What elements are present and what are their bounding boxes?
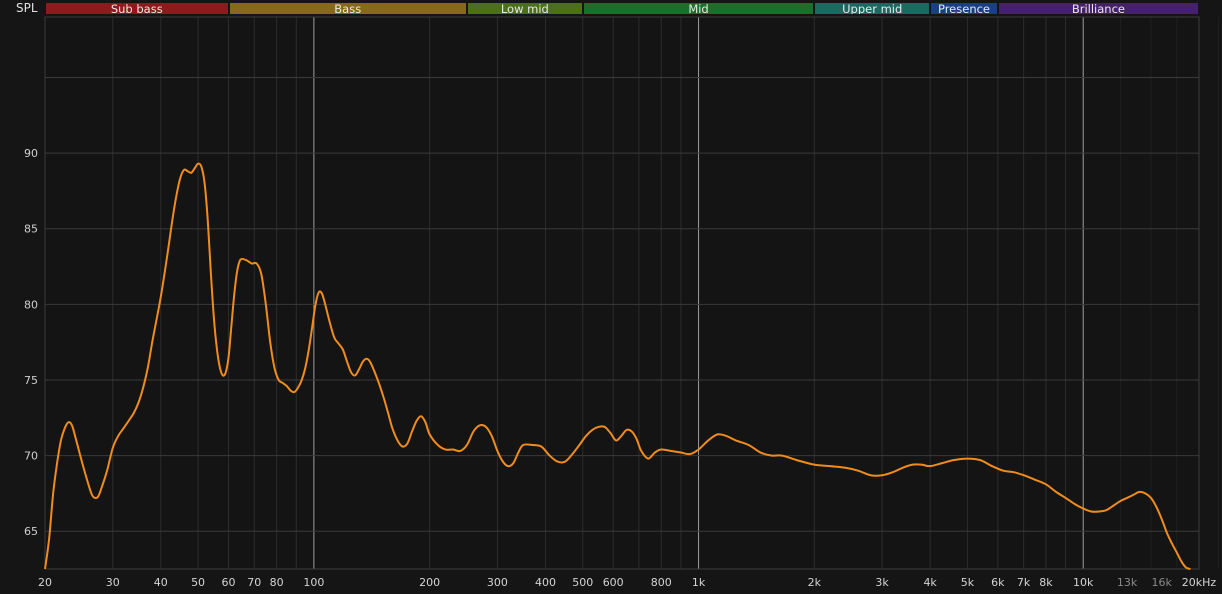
x-tick-label: 1k xyxy=(692,576,706,589)
x-tick-label: 800 xyxy=(651,576,672,589)
x-tick-label: 500 xyxy=(572,576,593,589)
x-tick-label: 5k xyxy=(961,576,975,589)
x-tick-label: 60 xyxy=(222,576,236,589)
y-tick-label: 80 xyxy=(24,298,38,311)
x-tick-label: 2k xyxy=(808,576,822,589)
y-tick-label: 90 xyxy=(24,147,38,160)
x-tick-label: 20kHz xyxy=(1182,576,1217,589)
x-tick-label: 40 xyxy=(154,576,168,589)
x-tick-label: 300 xyxy=(487,576,508,589)
x-tick-label: 70 xyxy=(247,576,261,589)
x-tick-label: 4k xyxy=(923,576,937,589)
x-tick-label: 7k xyxy=(1017,576,1031,589)
plot-area xyxy=(45,17,1199,569)
x-tick-label: 20 xyxy=(38,576,52,589)
y-tick-label: 85 xyxy=(24,223,38,236)
x-tick-label: 80 xyxy=(270,576,284,589)
y-tick-label: 75 xyxy=(24,374,38,387)
x-tick-label: 10k xyxy=(1073,576,1094,589)
x-tick-label: 200 xyxy=(419,576,440,589)
x-tick-label: 3k xyxy=(875,576,889,589)
spl-frequency-chart: 65 70 75 80 85 90 20 30 40 50 60 70 80 100 200 300 400 50… xyxy=(24,16,1220,589)
x-tick-label: 6k xyxy=(991,576,1005,589)
x-tick-label: 400 xyxy=(535,576,556,589)
y-tick-label: 65 xyxy=(24,525,38,538)
x-tick-label: 8k xyxy=(1039,576,1053,589)
x-tick-label: 100 xyxy=(303,576,324,589)
y-tick-label: 70 xyxy=(24,450,38,463)
x-tick-label: 16k xyxy=(1152,576,1173,589)
x-tick-label: 30 xyxy=(106,576,120,589)
x-tick-label: 600 xyxy=(603,576,624,589)
x-tick-label: 13k xyxy=(1117,576,1138,589)
x-tick-label: 50 xyxy=(191,576,205,589)
